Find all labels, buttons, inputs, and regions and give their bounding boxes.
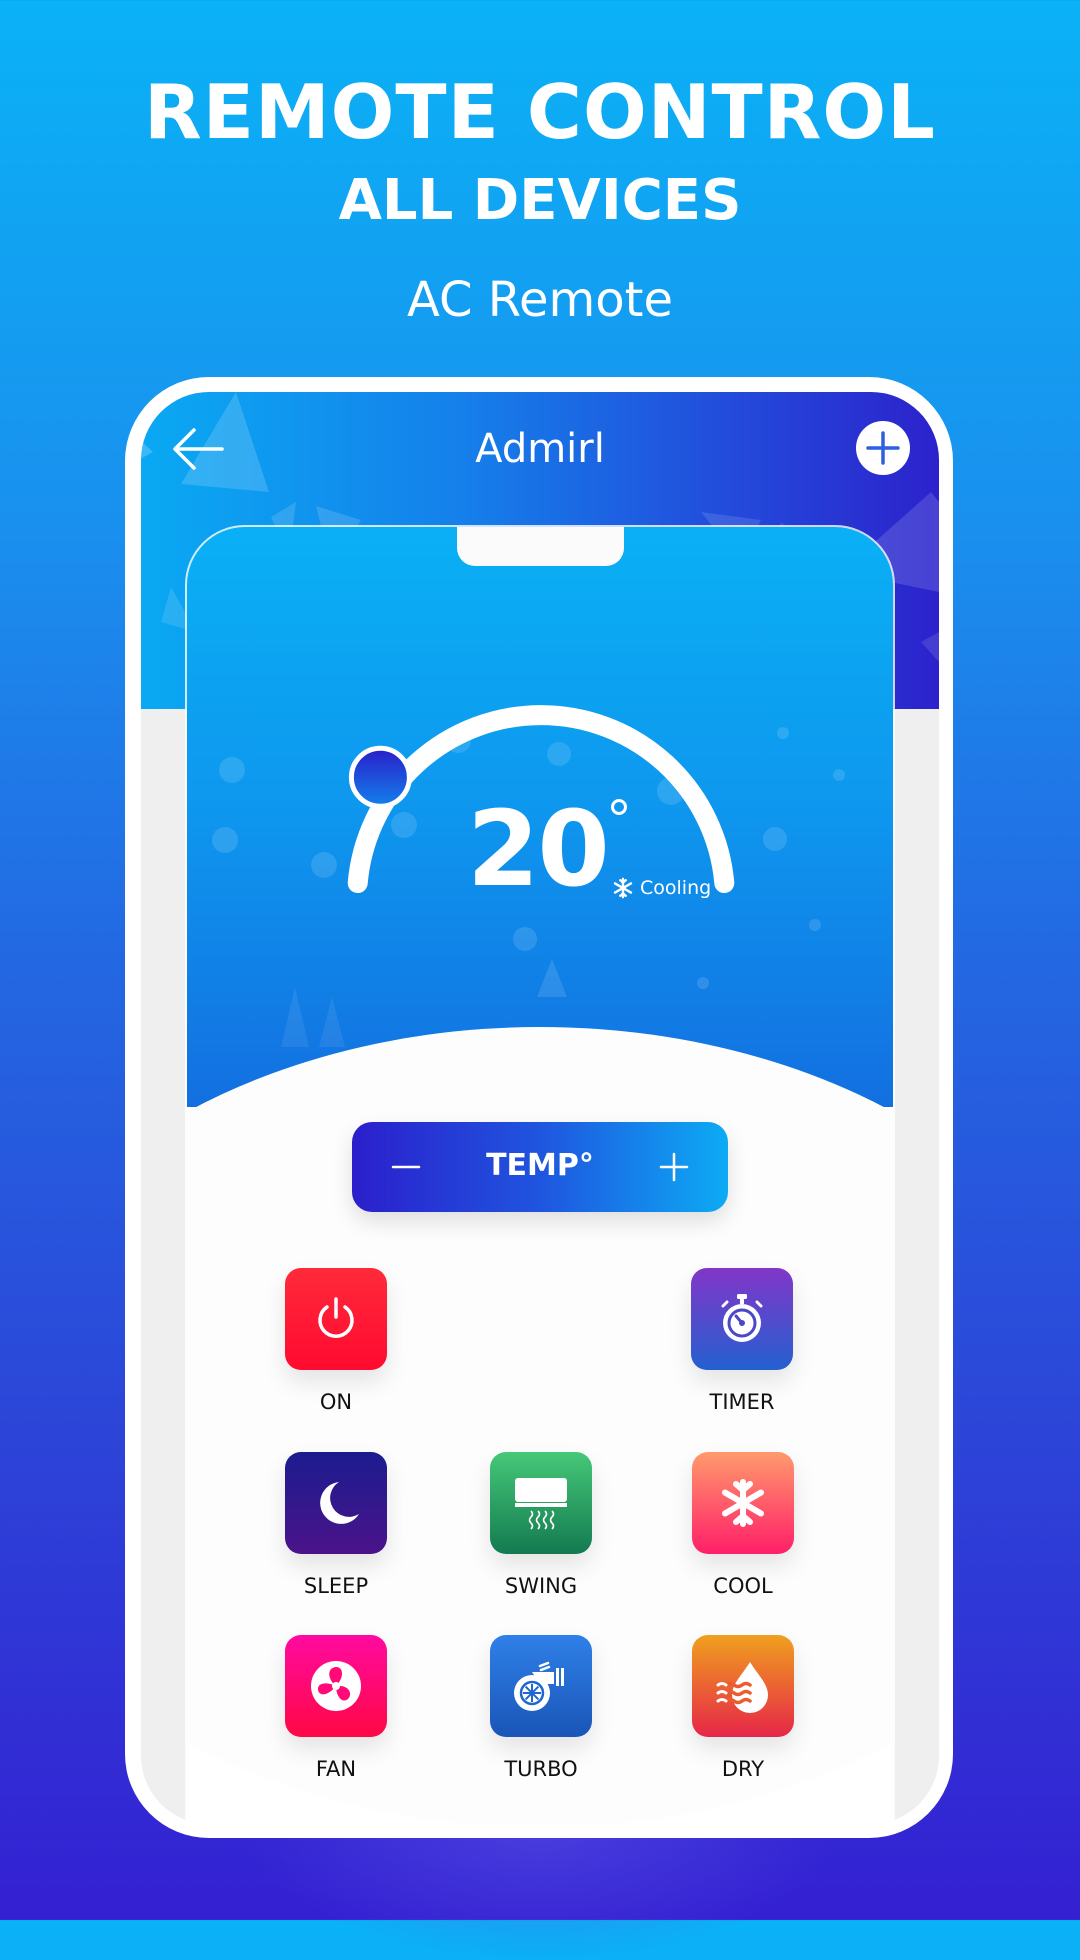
on-button[interactable]: ON — [256, 1268, 416, 1428]
plus-icon — [659, 1152, 689, 1182]
temperature-value: 20 — [467, 788, 610, 910]
snowflake-icon — [716, 1476, 770, 1530]
turbo-button[interactable]: TURBO — [461, 1635, 621, 1795]
timer-button[interactable]: TIMER — [662, 1268, 822, 1428]
humidity-drop-icon — [714, 1657, 772, 1715]
moon-icon — [309, 1476, 363, 1530]
add-device-button[interactable] — [856, 421, 910, 475]
mode-indicator: Cooling — [612, 877, 711, 899]
cool-tile[interactable] — [692, 1452, 794, 1554]
sleep-label: SLEEP — [303, 1574, 369, 1598]
on-tile[interactable] — [285, 1268, 387, 1370]
swing-button[interactable]: SWING — [461, 1452, 621, 1612]
turbo-tile[interactable] — [490, 1635, 592, 1737]
thermostat-panel: 20 Cooling — [187, 527, 893, 1107]
timer-label: TIMER — [709, 1390, 775, 1414]
fan-tile[interactable] — [285, 1635, 387, 1737]
phone-frame: Admirl 20 Cooling TEMP° ON TIMER SLEEP S… — [125, 377, 953, 1838]
plus-icon — [866, 431, 900, 465]
sleep-tile[interactable] — [285, 1452, 387, 1554]
dry-label: DRY — [721, 1757, 765, 1781]
cool-button[interactable]: COOL — [663, 1452, 823, 1612]
remote-panel: 20 Cooling TEMP° ON TIMER SLEEP SWING CO… — [187, 527, 893, 1824]
temperature-control: TEMP° — [352, 1122, 728, 1212]
cool-label: COOL — [713, 1574, 773, 1598]
fan-label: FAN — [315, 1757, 357, 1781]
app-screen: Admirl 20 Cooling TEMP° ON TIMER SLEEP S… — [141, 392, 939, 1824]
timer-tile[interactable] — [691, 1268, 793, 1370]
dial-knob[interactable] — [348, 745, 412, 809]
mode-label: Cooling — [640, 877, 712, 899]
phone-notch — [457, 527, 624, 566]
promo-subheadline: ALL DEVICES — [338, 168, 742, 233]
turbo-label: TURBO — [504, 1757, 578, 1781]
turbo-icon — [510, 1658, 572, 1714]
sleep-button[interactable]: SLEEP — [256, 1452, 416, 1612]
swing-label: SWING — [504, 1574, 578, 1598]
on-label: ON — [319, 1390, 353, 1414]
promo-caption: AC Remote — [407, 272, 673, 328]
device-title: Admirl — [475, 426, 605, 472]
power-icon — [310, 1293, 362, 1345]
snowflake-icon — [613, 877, 633, 899]
dry-tile[interactable] — [692, 1635, 794, 1737]
air-conditioner-icon — [509, 1475, 573, 1531]
fan-icon — [308, 1658, 364, 1714]
degree-symbol — [611, 799, 627, 815]
temp-increase-button[interactable] — [638, 1122, 708, 1212]
fan-button[interactable]: FAN — [256, 1635, 416, 1795]
stopwatch-icon — [716, 1291, 768, 1347]
dry-button[interactable]: DRY — [663, 1635, 823, 1795]
swing-tile[interactable] — [490, 1452, 592, 1554]
promo-headline: REMOTE CONTROL — [144, 68, 936, 156]
